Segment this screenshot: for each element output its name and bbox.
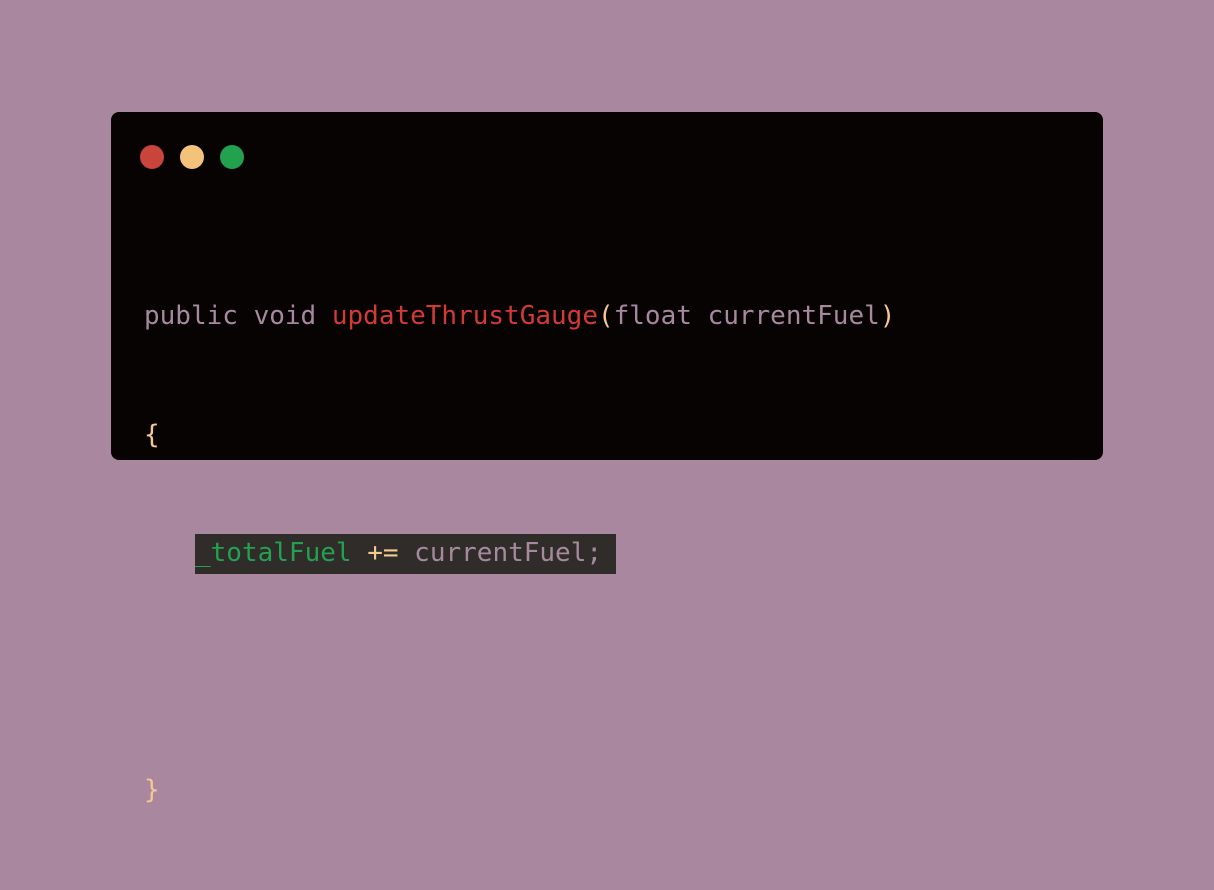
- operator: +=: [367, 538, 399, 568]
- code-line-2: {: [144, 416, 895, 456]
- paren-open: (: [597, 301, 614, 331]
- brace-close: }: [144, 775, 160, 805]
- code-block[interactable]: public void updateThrustGauge(float curr…: [111, 218, 895, 890]
- minimize-dot-icon[interactable]: [180, 145, 204, 169]
- window-controls: [140, 145, 244, 169]
- kw-void: void: [253, 301, 317, 331]
- code-line-5: }: [144, 771, 895, 811]
- field-name: _totalFuel: [195, 538, 352, 568]
- highlighted-statement: _totalFuel += currentFuel;: [195, 534, 617, 574]
- kw-public: public: [144, 301, 238, 331]
- code-line-3: _totalFuel += currentFuel;: [195, 534, 946, 574]
- function-name: updateThrustGauge: [331, 301, 598, 331]
- code-window: public void updateThrustGauge(float curr…: [111, 112, 1103, 805]
- close-dot-icon[interactable]: [140, 145, 164, 169]
- brace-open: {: [144, 419, 160, 450]
- paren-close: ): [879, 301, 896, 331]
- code-line-1: public void updateThrustGauge(float curr…: [144, 297, 895, 337]
- param-name: currentFuel: [707, 301, 880, 331]
- maximize-dot-icon[interactable]: [220, 145, 244, 169]
- kw-float: float: [613, 301, 692, 331]
- identifier: currentFuel;: [414, 538, 603, 568]
